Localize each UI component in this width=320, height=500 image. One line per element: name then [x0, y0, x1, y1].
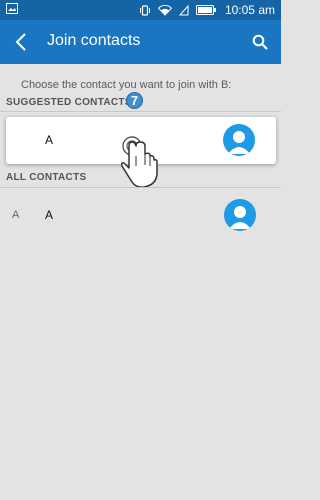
all-contacts-header: ALL CONTACTS: [6, 172, 87, 183]
contact-list-item[interactable]: A A: [0, 198, 281, 232]
back-button[interactable]: [8, 30, 34, 54]
wifi-icon: [157, 4, 172, 16]
back-arrow-icon: [15, 33, 26, 51]
person-icon: [228, 131, 250, 154]
contact-avatar: [223, 124, 255, 156]
status-icons: 10:05 am: [139, 0, 275, 20]
instruction-text: Choose the contact you want to join with…: [21, 79, 232, 91]
battery-icon: [195, 5, 216, 15]
no-sim-icon: [178, 4, 189, 15]
suggested-contacts-header: SUGGESTED CONTACTS: [6, 97, 132, 108]
tutorial-step-badge: 7: [126, 92, 143, 109]
contact-name: A: [45, 133, 54, 147]
app-bar: Join contacts: [0, 20, 281, 64]
search-icon: [252, 34, 268, 50]
index-letter: A: [12, 209, 20, 221]
status-bar: 10:05 am: [0, 0, 281, 20]
contact-name: A: [45, 208, 54, 222]
vibrate-icon: [139, 4, 150, 16]
section-divider: [0, 111, 281, 112]
section-divider: [0, 187, 281, 188]
gallery-notification-icon: [6, 3, 18, 14]
person-icon: [229, 206, 251, 229]
search-button[interactable]: [247, 30, 273, 54]
page-title: Join contacts: [47, 32, 141, 49]
status-clock: 10:05 am: [224, 3, 275, 17]
tap-gesture-icon: [121, 136, 158, 188]
contact-avatar: [224, 199, 256, 231]
